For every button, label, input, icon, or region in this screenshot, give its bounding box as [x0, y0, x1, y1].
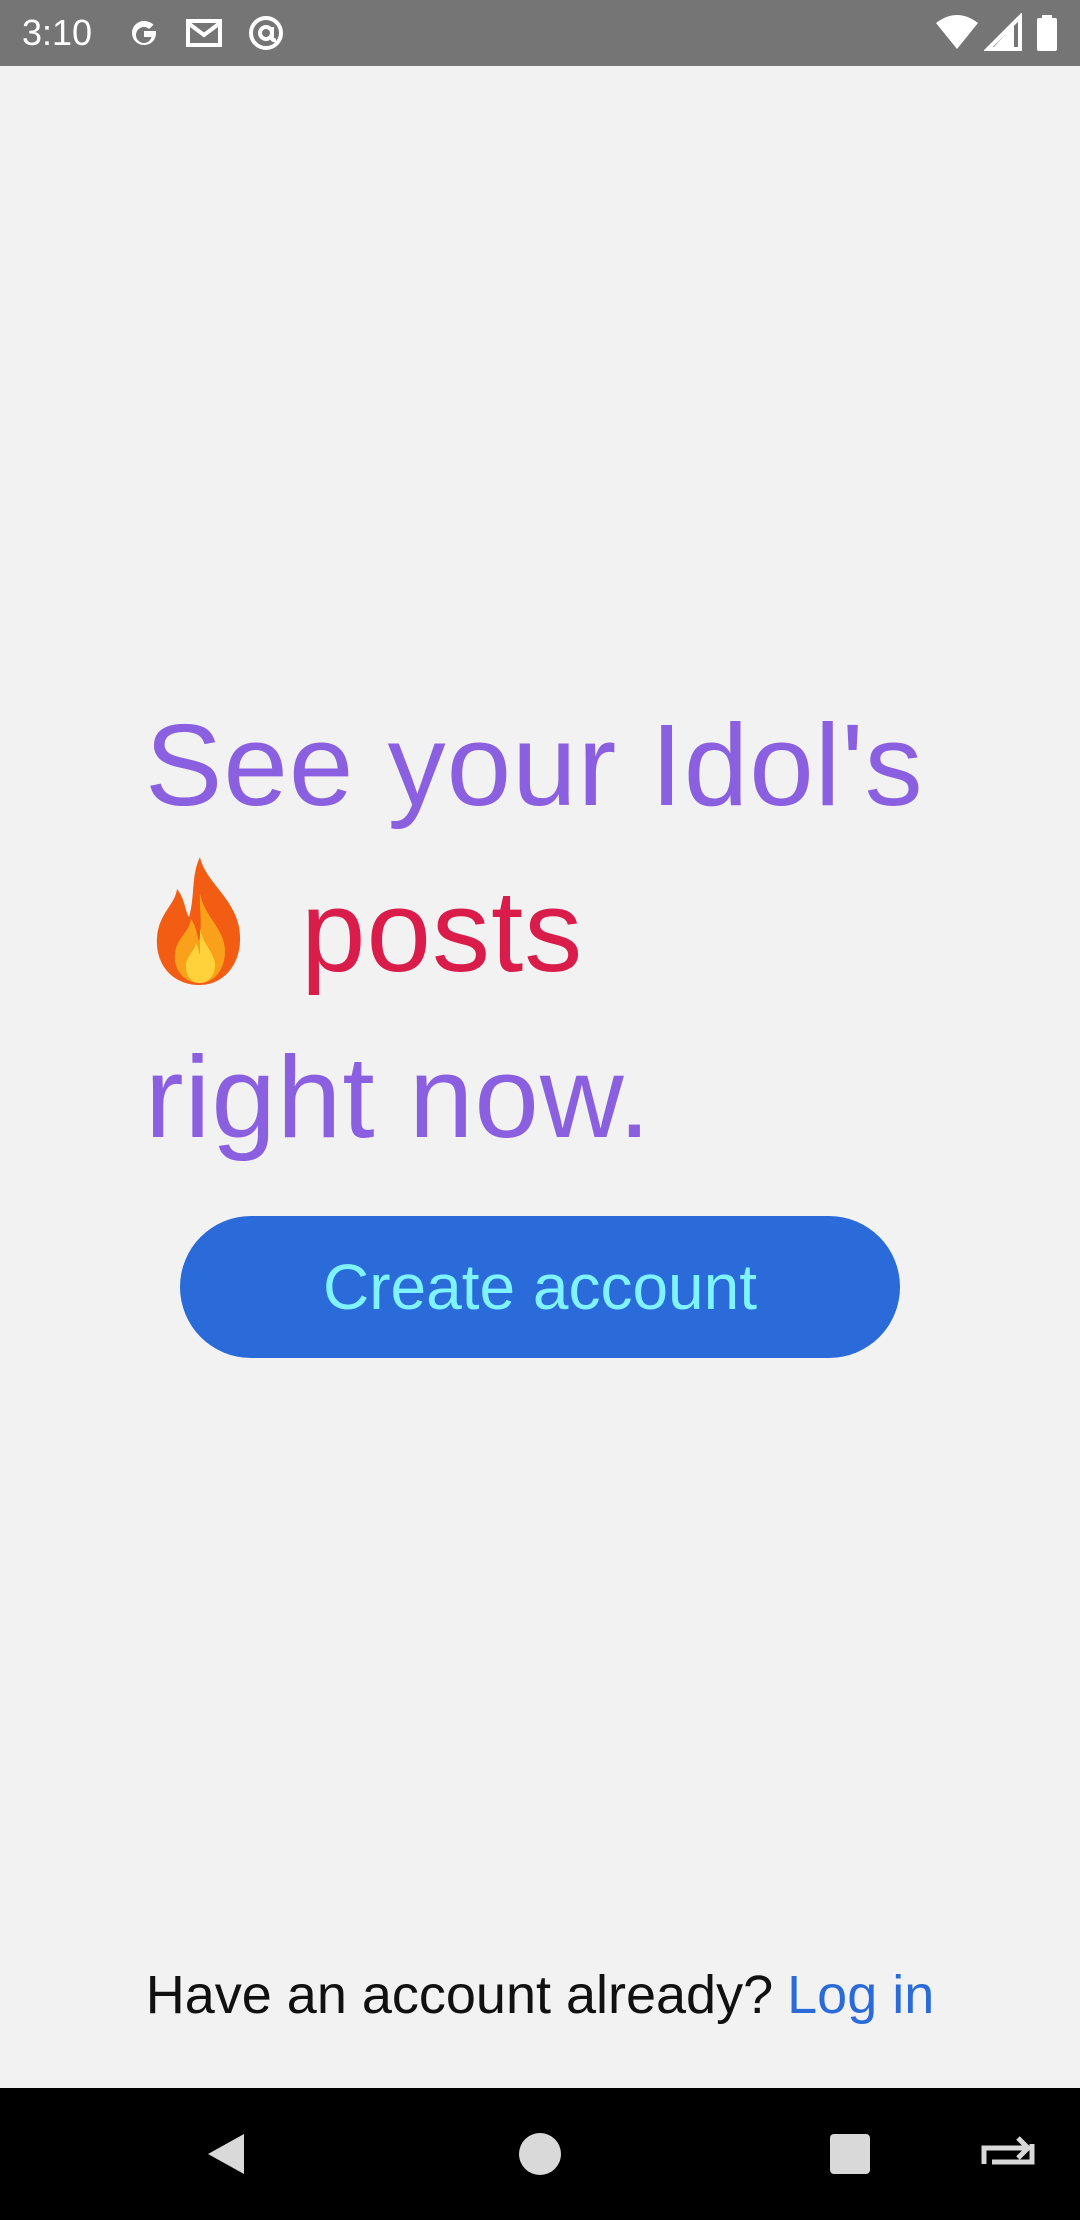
- headline-line-3: right now.: [145, 1032, 652, 1162]
- signal-icon: [984, 13, 1024, 53]
- headline: See your Idol's posts right now.: [145, 682, 1005, 1180]
- gmail-icon: [184, 13, 224, 53]
- login-prompt-text: Have an account already?: [145, 1965, 774, 2025]
- back-icon[interactable]: [198, 2126, 254, 2182]
- status-time: 3:10: [22, 12, 93, 53]
- fire-icon: [145, 853, 255, 989]
- home-icon[interactable]: [512, 2126, 568, 2182]
- wifi-icon: [934, 13, 980, 53]
- headline-line-1: See your Idol's: [145, 700, 924, 830]
- rotate-icon[interactable]: [978, 2126, 1038, 2182]
- login-link[interactable]: Log in: [787, 1965, 934, 2025]
- app-screen: 3:10 See your Idol's posts right now. Cr…: [0, 0, 1080, 2220]
- status-bar: 3:10: [0, 0, 1080, 66]
- google-icon: [124, 13, 164, 53]
- headline-line-2: posts: [145, 848, 1005, 1014]
- posts-word: posts: [301, 866, 584, 996]
- create-account-button[interactable]: Create account: [180, 1216, 900, 1358]
- at-sign-icon: [246, 13, 286, 53]
- navigation-bar: [0, 2088, 1080, 2220]
- login-prompt: Have an account already? Log in: [0, 1960, 1080, 2030]
- recents-icon[interactable]: [822, 2126, 878, 2182]
- battery-icon: [1034, 13, 1060, 53]
